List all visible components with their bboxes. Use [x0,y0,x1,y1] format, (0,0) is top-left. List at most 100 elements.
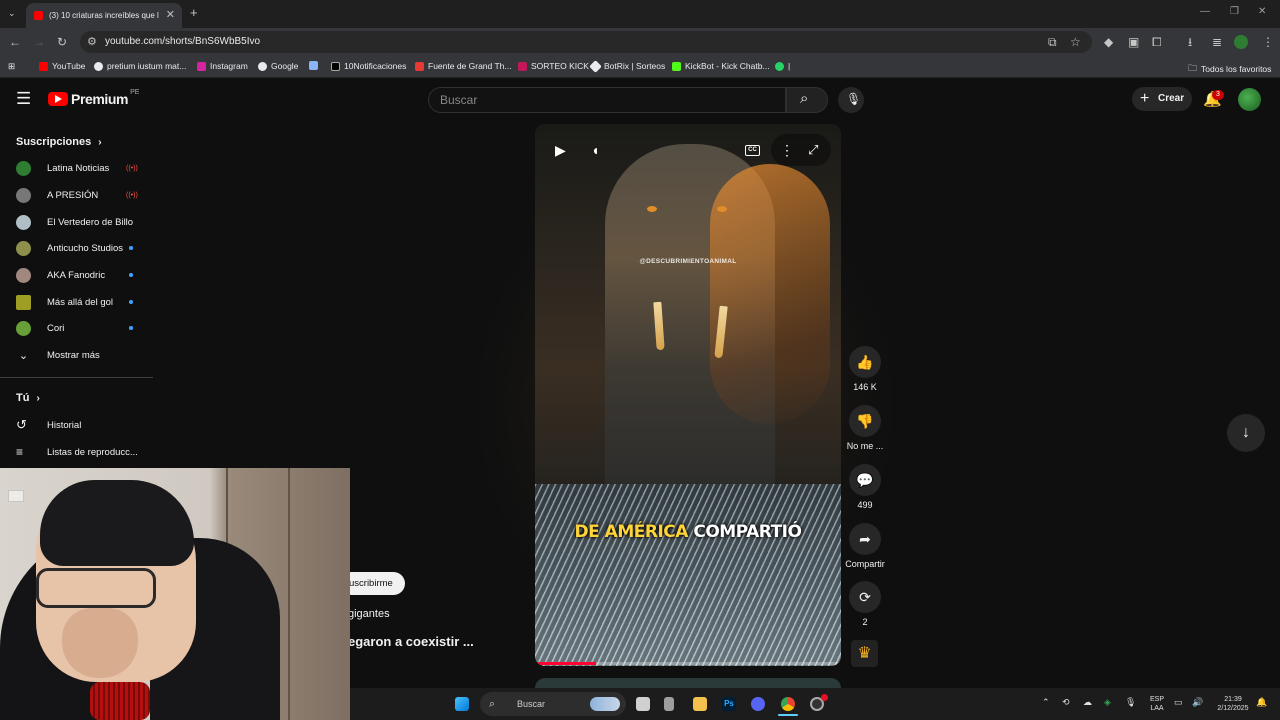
file-explorer-icon[interactable] [693,697,707,711]
tray-overflow-chevron-icon[interactable]: ⌃ [1042,698,1050,707]
live-icon: ((•)) [126,164,138,172]
you-heading[interactable]: Tú › [16,392,40,404]
youtube-premium-logo[interactable]: Premium PE [48,89,139,107]
restore-window-icon[interactable]: ❐ [1230,6,1239,17]
all-bookmarks-folder[interactable]: 🗀 Todos los favoritos [1188,61,1271,77]
search-input[interactable]: Buscar [428,87,786,113]
chevron-right-icon: › [36,393,40,404]
notification-center-icon[interactable]: 🔔 [1256,698,1267,707]
bookmark-kickbot[interactable]: KickBot - Kick Chatb... [672,61,770,71]
apps-grid-icon[interactable]: ⊞ [8,61,15,72]
sidebar-channel-latina-noticias[interactable]: Latina Noticias ((•)) [16,158,146,178]
taskbar-search[interactable]: ⌕ Buscar [480,692,626,716]
browser-toolbar: ← → ↻ ⚙ youtube.com/shorts/BnS6WbB5Ivo ⧉… [0,28,1280,56]
close-tab-icon[interactable]: ✕ [166,8,175,21]
whatsapp-icon [775,61,784,71]
bookmark-whatsapp[interactable]: | [775,61,790,71]
shorts-video-player[interactable]: @DESCUBRIMIENTOANIMAL DE AMÉRICA COMPART… [535,124,841,666]
bookmark-youtube[interactable]: YouTube [39,61,85,71]
forward-arrow-icon[interactable]: → [33,35,45,49]
bookmark-pinwheel[interactable] [309,61,318,70]
kickbot-icon [672,61,681,71]
back-arrow-icon[interactable]: ← [9,35,21,49]
remix-count: 2 [862,617,868,627]
browser-tab-active[interactable]: (3) 10 criaturas increíbles que ll ✕ [26,3,182,28]
show-more-button[interactable]: ⌄ Mostrar más [16,345,146,365]
fullscreen-icon[interactable]: ⤢ [808,142,818,158]
install-app-icon[interactable]: ⧉ [1048,35,1057,49]
bookmark-google[interactable]: Google [258,61,298,71]
voice-search-button[interactable]: 🎙 [838,87,864,113]
streamer-hair [40,480,194,566]
tab-search-chevron-icon[interactable]: ⌄ [8,6,16,20]
bookmark-botrix[interactable]: BotRix | Sorteos [589,59,665,73]
site-info-icon[interactable]: ⚙ [87,31,97,53]
sunlight-fur [710,164,830,424]
sidebar-item-history[interactable]: ↺ Historial [16,415,146,435]
photoshop-icon[interactable]: Ps [722,697,736,711]
sidebar-channel-cori[interactable]: Cori [16,318,146,338]
address-bar[interactable]: ⚙ youtube.com/shorts/BnS6WbB5Ivo [80,31,1092,53]
play-icon[interactable]: ▶ [555,142,566,159]
next-short-button[interactable]: ↓ [1227,414,1265,452]
video-title[interactable]: egaron a coexistir ... [348,634,474,649]
sorteo-icon [518,61,527,71]
like-button[interactable]: 👍 146 K [844,346,886,392]
sidebar-channel-aka-fanodric[interactable]: AKA Fanodric [16,265,146,285]
dislike-button[interactable]: 👎 No me ... [844,405,886,451]
sidebar-item-playlists[interactable]: ≡ Listas de reproducc... [16,442,146,462]
tab-title: (3) 10 criaturas increíbles que ll [49,11,159,20]
bookmark-instagram[interactable]: Instagram [197,61,248,71]
minimize-window-icon[interactable]: — [1200,6,1210,17]
extensions-puzzle-icon[interactable]: ⧠ [1152,35,1162,49]
bookmark-x-notificaciones[interactable]: 10Notificaciones [331,61,406,71]
account-avatar[interactable] [1238,88,1261,111]
task-view-icon[interactable] [636,697,650,711]
security-icon[interactable]: ◈ [1104,698,1111,707]
sidebar-channel-el-vertedero[interactable]: El Vertedero de Billo [16,212,146,232]
volume-tray-icon[interactable]: 🔊 [1192,698,1203,707]
input-language[interactable]: ESP LAA [1146,695,1168,713]
extension-b-icon[interactable]: ▣ [1128,35,1139,49]
remix-button[interactable]: ⟳ 2 [844,581,886,627]
create-button[interactable]: + Crear [1132,87,1192,111]
share-button[interactable]: ➦ Compartir [844,523,886,569]
search-button[interactable]: ⌕ [786,87,828,113]
cloud-icon[interactable]: ☁ [1083,698,1092,707]
sidebar-channel-a-presion[interactable]: A PRESIÓN ((•)) [16,185,146,205]
history-icon: ↺ [16,417,27,432]
windows-start-icon[interactable] [455,697,469,711]
downloads-icon[interactable]: ⭳ [1188,35,1192,49]
volume-icon[interactable]: ◖ [591,142,599,158]
discord-icon[interactable] [751,697,765,711]
sidebar-channel-mas-alla-del-gol[interactable]: Más allá del gol [16,292,146,312]
reload-icon[interactable]: ↻ [57,35,67,49]
closed-captions-icon[interactable]: CC [745,145,760,156]
bookmark-sorteo-kick[interactable]: SORTEO KICK [518,61,589,71]
chrome-icon[interactable] [781,697,795,711]
hamburger-menu-icon[interactable]: ☰ [16,89,31,109]
profile-avatar-icon[interactable] [1234,35,1248,49]
video-watermark: @DESCUBRIMIENTOANIMAL [639,258,737,265]
app-icon[interactable] [664,697,674,711]
recording-dot-icon [821,694,828,701]
more-options-icon[interactable]: ⋮ [780,142,794,159]
sync-icon[interactable]: ⟲ [1062,698,1070,707]
video-progress-bar[interactable] [535,662,841,665]
comments-button[interactable]: 💬 499 [844,464,886,510]
close-window-icon[interactable]: ✕ [1258,6,1266,17]
new-tab-icon[interactable]: + [190,6,198,20]
bookmark-star-icon[interactable]: ☆ [1070,35,1081,49]
audio-source-thumbnail[interactable]: ♛ [851,640,878,667]
bookmark-fuente-gta[interactable]: Fuente de Grand Th... [415,61,511,71]
extension-a-icon[interactable]: ◆ [1104,35,1113,49]
sidebar-channel-anticucho[interactable]: Anticucho Studios [16,238,146,258]
mic-tray-icon[interactable]: 🎙 [1125,698,1136,707]
network-icon[interactable]: ▭ [1174,698,1183,707]
subscriptions-heading[interactable]: Suscripciones › [16,136,102,148]
chrome-menu-icon[interactable]: ⋮ [1262,35,1274,49]
reading-list-icon[interactable]: ≣ [1212,35,1222,49]
share-label: Compartir [845,559,885,569]
clock[interactable]: 21:39 2/12/2025 [1212,695,1254,713]
bookmark-pretium[interactable]: pretium iustum mat... [94,61,186,71]
